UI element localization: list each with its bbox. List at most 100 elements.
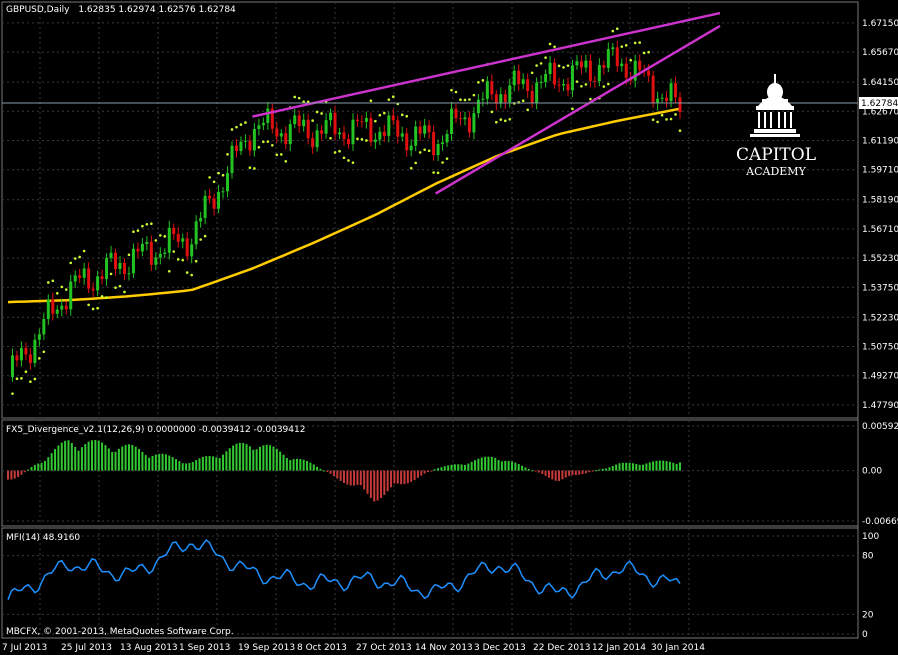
trading-chart[interactable]: 1.47790 1.49270 1.50750 1.52230 1.53750 1.552… [0,0,898,655]
sar-dot [669,117,673,121]
histogram-bar [312,464,315,471]
sar-dot [450,88,453,92]
candle-body [302,119,306,127]
histogram-bar [430,470,433,472]
sar-dot [60,285,64,289]
sar-dot [176,258,180,261]
sar-dot [427,149,431,153]
histogram-bar [631,463,634,471]
histogram-bar [628,462,631,471]
histogram-bar [611,465,614,471]
histogram-bar [50,453,53,471]
candle-body [55,309,59,314]
candle-body [105,257,109,280]
sar-dot [55,292,59,295]
candle-body [284,133,288,145]
histogram-bar [40,462,43,471]
price-tick-label: 1.50750 [862,343,898,353]
sar-dot [391,95,395,99]
histogram-bar [591,470,594,472]
y-axis-labels: 1.47790 1.49270 1.50750 1.52230 1.53750 1.552… [862,19,898,640]
sar-dot [490,110,494,114]
candle-body [544,74,548,82]
sar-dot [190,273,193,277]
candle-body [606,49,610,68]
candle-body [454,108,458,119]
histogram-bar [547,470,550,478]
sar-dot [20,377,23,380]
candle-body [579,61,583,68]
histogram-bar [346,470,349,485]
trendline [252,11,721,118]
histogram-bar [124,444,127,471]
candle-body [485,81,489,99]
candle-body [288,124,292,145]
histogram-bar [665,461,668,471]
candle-body [467,117,471,133]
histogram-bar [396,470,399,484]
histogram-bar [373,470,376,502]
histogram-bar [353,470,356,486]
sar-dot [91,307,95,311]
histogram-bar [208,455,211,471]
candle-body [181,238,185,242]
ohlc-values: 1.62835 1.62974 1.62576 1.62784 [78,5,236,15]
candle-body [78,275,82,278]
candle-body [248,140,252,151]
candle-body [499,94,503,104]
histogram-bar [185,463,188,471]
price-tick-label: 1.65670 [862,48,898,58]
price-tick-label: 1.49270 [862,372,898,382]
candle-body [570,65,574,91]
histogram-bar [285,457,288,471]
histogram-bar [537,470,540,473]
sar-dot [548,42,552,46]
histogram-bar [571,470,574,476]
histogram-bar [440,467,443,471]
candle-body [651,75,655,104]
candle-body [436,144,440,156]
sar-dot [163,235,167,238]
sar-dot [329,136,332,140]
sar-dot [615,27,619,31]
sar-dot [230,128,234,131]
candle-body [252,128,256,151]
logo-line2: ACADEMY [745,165,806,178]
histogram-bar [54,449,57,471]
sar-dot [320,112,323,115]
histogram-bar [33,464,36,471]
sar-dot [530,71,534,75]
parabolic-sar [11,27,682,395]
candle-body [311,138,315,148]
candle-body [458,118,462,120]
sar-dot [217,171,220,175]
sar-dot [172,250,176,253]
histogram-bar [13,470,16,479]
histogram-bar [390,470,393,488]
sar-dot [535,64,538,67]
candle-body [512,70,516,86]
histogram-bar [91,440,93,471]
divergence-panel [1,419,859,527]
histogram-bar [500,461,503,471]
histogram-bar [349,470,352,486]
histogram-bar [504,460,507,471]
histogram-bar [625,462,628,471]
sar-dot [212,180,216,184]
histogram-bar [359,470,362,486]
price-tick-label: 1.59710 [862,166,898,176]
histogram-bar [235,443,238,471]
sar-dot [566,64,570,67]
candle-body [73,275,77,282]
candle-body [378,131,382,140]
histogram-bar [198,458,201,471]
sar-dot [154,239,158,242]
histogram-bar [7,470,9,480]
sar-dot [297,96,301,100]
histogram-bar [322,470,325,472]
candle-body [109,252,113,258]
sar-dot [226,153,229,156]
candle-body [212,198,216,209]
sar-dot [400,113,404,117]
candle-body [593,80,597,82]
